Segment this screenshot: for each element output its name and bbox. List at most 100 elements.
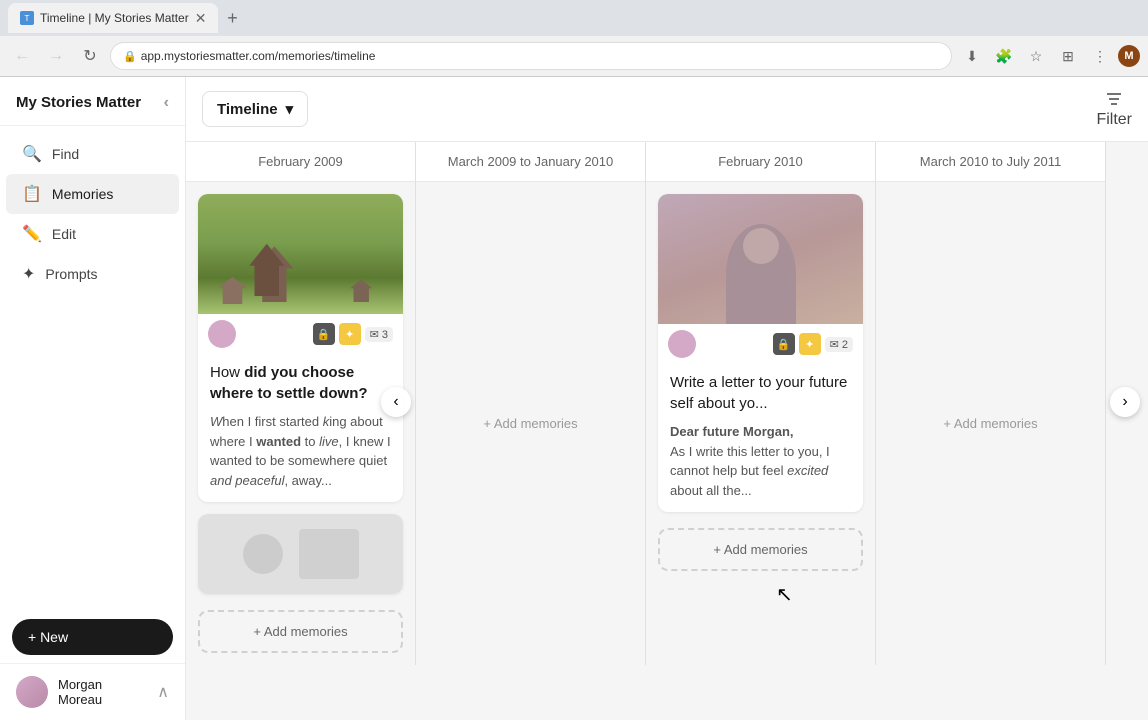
forward-button[interactable]: → <box>42 42 70 70</box>
edit-icon: ✏️ <box>22 224 42 244</box>
card-3-avatar <box>668 330 696 358</box>
col-2-empty-add-button[interactable]: + Add memories <box>428 194 633 653</box>
card-1-image <box>198 194 403 314</box>
back-button[interactable]: ← <box>8 42 36 70</box>
timeline-label: Timeline <box>217 101 278 118</box>
col-1-add-memories-button[interactable]: + Add memories <box>198 610 403 653</box>
col-3-content: 🔒 ✦ ✉ 2 Write a letter to your future se… <box>646 182 875 665</box>
extensions-icon[interactable]: 🧩 <box>990 42 1018 70</box>
sidebar-item-find[interactable]: 🔍 Find <box>6 134 179 174</box>
refresh-button[interactable]: ↻ <box>76 42 104 70</box>
main-content: Timeline ▾ Filter February 2009 <box>186 77 1148 720</box>
download-icon[interactable]: ⬇ <box>958 42 986 70</box>
memory-card-3[interactable]: 🔒 ✦ ✉ 2 Write a letter to your future se… <box>658 194 863 512</box>
main-header: Timeline ▾ Filter <box>186 77 1148 142</box>
active-tab[interactable]: T Timeline | My Stories Matter ✕ <box>8 3 218 33</box>
grey-card-1-image <box>198 514 403 594</box>
new-tab-button[interactable]: + <box>218 4 246 32</box>
sidebar-item-memories[interactable]: 📋 Memories <box>6 174 179 214</box>
card-1-message-badge: ✉ 3 <box>365 327 393 342</box>
timeline-container: February 2009 <box>186 142 1148 665</box>
col-4-period: March 2010 to July 2011 <box>920 154 1061 169</box>
sidebar-logo: My Stories Matter ‹ <box>0 77 185 126</box>
col-2-period: March 2009 to January 2010 <box>448 154 614 169</box>
scroll-forward-button[interactable]: › <box>1110 387 1140 417</box>
card-3-message-badge: ✉ 2 <box>825 337 853 352</box>
bookmark-icon[interactable]: ☆ <box>1022 42 1050 70</box>
card-3-preview: Dear future Morgan, As I write this lett… <box>670 422 851 500</box>
card-3-image <box>658 194 863 324</box>
card-1-meta: 🔒 ✦ ✉ 3 <box>198 314 403 354</box>
sidebar: My Stories Matter ‹ 🔍 Find 📋 Memories ✏️… <box>0 77 186 720</box>
sidebar-item-memories-label: Memories <box>52 186 113 202</box>
timeline-wrapper: February 2009 <box>186 142 1148 720</box>
footer-expand-button[interactable]: ∧ <box>157 682 169 702</box>
card-3-body: Write a letter to your future self about… <box>658 364 863 512</box>
collapse-sidebar-button[interactable]: ‹ <box>164 94 169 112</box>
chrome-user-avatar[interactable]: M <box>1118 45 1140 67</box>
back-nav: ‹ <box>381 387 411 417</box>
url-bar[interactable]: 🔒 app.mystoriesmatter.com/memories/timel… <box>110 42 952 70</box>
scroll-back-button[interactable]: ‹ <box>381 387 411 417</box>
add-memories-3-label: + Add memories <box>713 542 807 557</box>
memories-icon: 📋 <box>22 184 42 204</box>
add-memories-1-label: + Add memories <box>253 624 347 639</box>
filter-label: Filter <box>1096 111 1132 129</box>
timeline-col-3: February 2010 <box>646 142 876 665</box>
card-3-meta-icons: 🔒 ✦ ✉ 2 <box>773 333 853 355</box>
col-4-empty-add-button[interactable]: + Add memories <box>888 194 1093 653</box>
memory-card-1[interactable]: 🔒 ✦ ✉ 3 How did you choose where to sett… <box>198 194 403 502</box>
col-1-content: 🔒 ✦ ✉ 3 How did you choose where to sett… <box>186 182 415 665</box>
card-3-lock-icon: 🔒 <box>773 333 795 355</box>
new-button[interactable]: + New <box>12 619 173 655</box>
col-3-header: February 2010 <box>646 142 875 182</box>
app: My Stories Matter ‹ 🔍 Find 📋 Memories ✏️… <box>0 77 1148 720</box>
ssl-lock-icon: 🔒 <box>123 50 137 63</box>
timeline-chevron-icon: ▾ <box>286 100 294 118</box>
filter-icon <box>1104 89 1124 109</box>
col-4-content: + Add memories <box>876 182 1105 665</box>
sidebar-item-prompts-label: Prompts <box>45 266 97 282</box>
card-1-body: How did you choose where to settle down?… <box>198 354 403 502</box>
tab-close-button[interactable]: ✕ <box>195 10 207 27</box>
find-icon: 🔍 <box>22 144 42 164</box>
user-avatar <box>16 676 48 708</box>
menu-icon[interactable]: ⋮ <box>1086 42 1114 70</box>
card-3-meta: 🔒 ✦ ✉ 2 <box>658 324 863 364</box>
timeline-col-2: March 2009 to January 2010 + Add memorie… <box>416 142 646 665</box>
timeline-col-4: March 2010 to July 2011 + Add memories <box>876 142 1106 665</box>
toolbar-icons: ⬇ 🧩 ☆ ⊞ ⋮ M <box>958 42 1140 70</box>
profile-icon[interactable]: ⊞ <box>1054 42 1082 70</box>
address-bar: ← → ↻ 🔒 app.mystoriesmatter.com/memories… <box>0 36 1148 76</box>
col-3-add-memories-button[interactable]: + Add memories <box>658 528 863 571</box>
forward-nav: › <box>1110 387 1140 417</box>
tab-favicon: T <box>20 11 34 25</box>
timeline-select[interactable]: Timeline ▾ <box>202 91 308 127</box>
timeline-columns: February 2009 <box>186 142 1148 665</box>
sidebar-nav: 🔍 Find 📋 Memories ✏️ Edit ✦ Prompts <box>0 126 185 612</box>
sidebar-item-edit[interactable]: ✏️ Edit <box>6 214 179 254</box>
sidebar-footer: MorganMoreau ∧ <box>0 663 185 720</box>
tab-title: Timeline | My Stories Matter <box>40 11 189 25</box>
prompts-icon: ✦ <box>22 264 35 284</box>
sidebar-item-edit-label: Edit <box>52 226 76 242</box>
grey-shape <box>299 529 359 579</box>
card-1-lock-icon: 🔒 <box>313 323 335 345</box>
col-1-header: February 2009 <box>186 142 415 182</box>
sidebar-item-find-label: Find <box>52 146 79 162</box>
sidebar-item-prompts[interactable]: ✦ Prompts <box>6 254 179 294</box>
col-4-header: March 2010 to July 2011 <box>876 142 1105 182</box>
tab-bar: T Timeline | My Stories Matter ✕ + <box>0 0 1148 36</box>
col-1-period: February 2009 <box>258 154 343 169</box>
user-name: MorganMoreau <box>58 677 102 707</box>
col-2-empty-label: + Add memories <box>483 416 577 431</box>
col-2-header: March 2009 to January 2010 <box>416 142 645 182</box>
grey-circle <box>243 534 283 574</box>
card-3-title: Write a letter to your future self about… <box>670 372 851 414</box>
url-text: app.mystoriesmatter.com/memories/timelin… <box>141 49 376 63</box>
card-1-star-icon: ✦ <box>339 323 361 345</box>
grey-card-1 <box>198 514 403 594</box>
card-1-title: How did you choose where to settle down? <box>210 362 391 404</box>
filter-button[interactable]: Filter <box>1096 89 1132 129</box>
browser-chrome: T Timeline | My Stories Matter ✕ + ← → ↻… <box>0 0 1148 77</box>
